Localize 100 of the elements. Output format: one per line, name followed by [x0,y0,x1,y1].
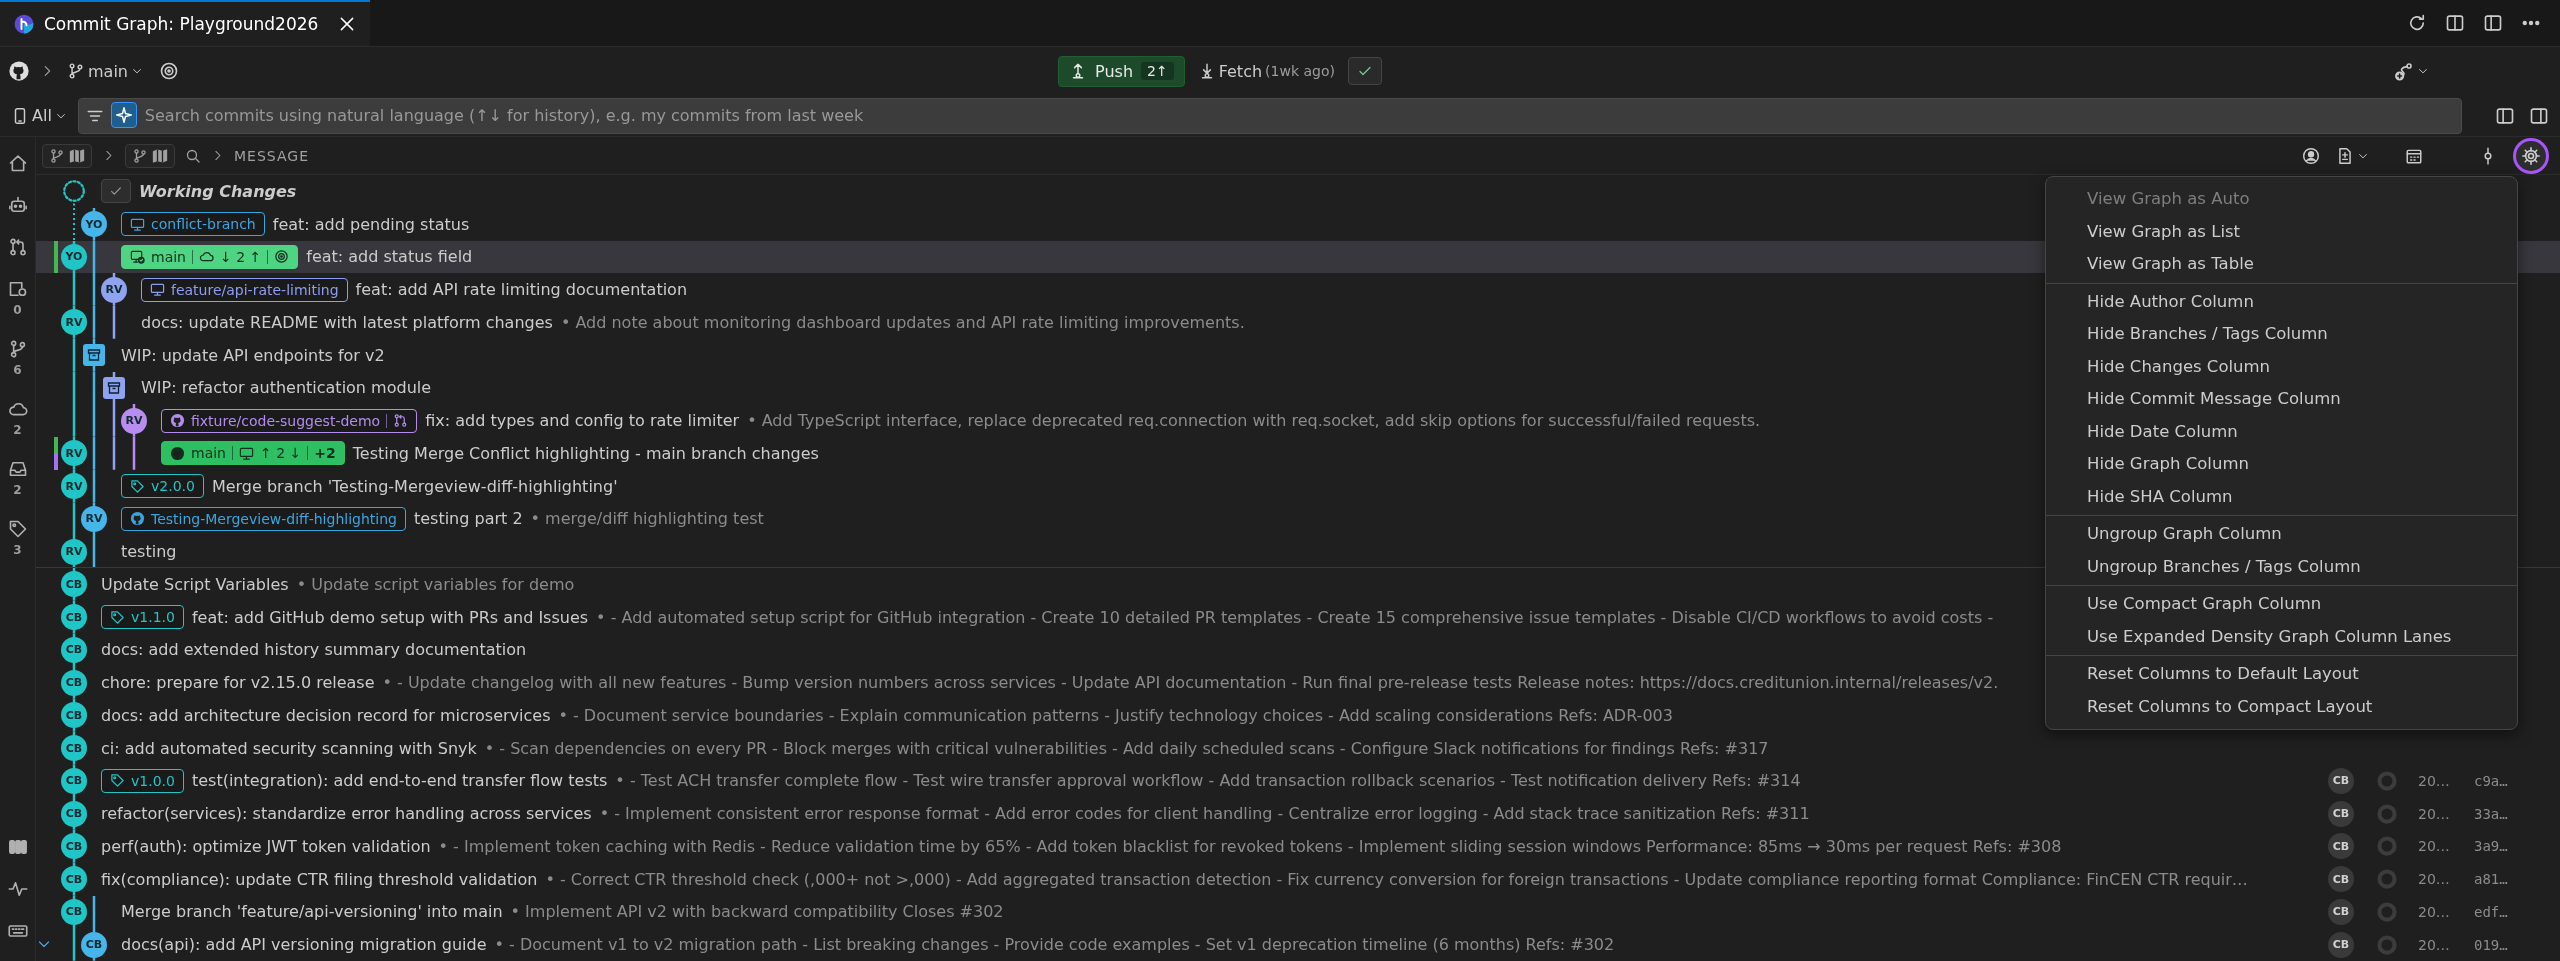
working-changes-label[interactable]: Working Changes [139,181,297,201]
graph-toggle[interactable] [42,143,92,168]
pull-request-icon [393,413,409,429]
author-avatar: CB [2328,898,2354,925]
menu-item[interactable]: Hide Branches / Tags Column [2046,318,2517,351]
commit-summary: perf(auth): optimize JWT token validation [101,836,431,856]
commit-sha: 3a9… [2474,838,2508,855]
split-panel-icon [2495,105,2515,126]
commit-description: • - Implement consistent error response format - Add error codes for client handling - Centralize error logging - Add stack trace sanitization Refs: #311 [599,804,1810,824]
tag-icon [7,519,28,539]
branch-label[interactable]: Testing-Mergeview-diff-highlighting [121,506,406,531]
commit-summary: WIP: refactor authentication module [141,378,432,398]
tag-icon [110,609,125,625]
search-field[interactable]: Search commits using natural language (↑↓ for history), e.g. my commits from last week [77,97,2462,134]
route-add-icon [2394,61,2414,81]
menu-item[interactable]: Hide Commit Message Column [2046,383,2517,416]
commit-summary: feat: add status field [306,247,473,267]
branch-label[interactable]: feature/api-rate-limiting [141,277,348,302]
search-icon[interactable] [185,147,201,164]
columns-nav-button[interactable] [7,837,28,857]
commit-summary: chore: prepare for v2.15.0 release [101,673,375,693]
commit-description: • - Implement token caching with Redis - Reduce validation time by 65% - Add token blacklist for revoked tokens - Implement sliding session windows Performance: 85ms → 30ms per request Refs: #308 [438,836,2062,856]
commit-summary: refactor(services): standardize error handling across services [101,804,592,824]
commit-sha: 33a… [2474,805,2508,822]
menu-item[interactable]: Reset Columns to Compact Layout [2046,690,2517,723]
commit-check-button[interactable] [101,179,131,204]
commit-summary: test(integration): add end-to-end transfer flow tests [191,771,608,791]
target-icon [274,249,290,265]
menu-item[interactable]: Hide Changes Column [2046,350,2517,383]
menu-item[interactable]: Use Compact Graph Column [2046,588,2517,621]
menu-item[interactable]: View Graph as List [2046,215,2517,248]
tag-label[interactable]: v2.0.0 [121,474,204,499]
split-panel-icon [2529,105,2549,126]
commit-summary: Merge branch 'feature/api-versioning' into main [121,902,503,922]
menu-item[interactable]: Hide SHA Column [2046,480,2517,513]
worktree-icon [7,279,28,299]
commit-summary: testing [121,542,177,562]
menu-item[interactable]: Hide Date Column [2046,415,2517,448]
editor-tab[interactable]: Commit Graph: Playground2026 [0,0,370,46]
menu-item[interactable]: Hide Graph Column [2046,448,2517,481]
menu-item[interactable]: Hide Author Column [2046,285,2517,318]
item-count: 3 [13,543,22,557]
scope-dropdown[interactable]: All [8,103,70,128]
push-button[interactable]: Push 2↑ [1058,55,1185,87]
author-avatar: CB [2328,866,2354,893]
tag-label[interactable]: v1.0.0 [101,768,184,793]
commit-summary: ci: add automated security scanning with Snyk [101,738,477,758]
commit-date: 20… [2418,772,2451,789]
ai-search-toggle[interactable] [111,102,136,127]
menu-item[interactable]: Use Expanded Density Graph Column Lanes [2046,620,2517,653]
refresh-icon [2407,13,2427,33]
item-count: 0 [13,303,22,317]
dotted-circle-icon [62,179,86,204]
commit-description: • - Scan dependencies on every PR - Block merges with critical vulnerabilities - Add daily scheduled scans - Configure Slack notifications for findings Refs: #317 [484,738,1769,758]
commit-sha: edf… [2474,903,2508,920]
target-icon [159,61,179,81]
home-nav-button[interactable] [7,153,28,173]
worktree-nav-button[interactable]: 0 [7,279,28,317]
tag-label[interactable]: v1.1.0 [101,605,184,630]
monitor-check-icon [130,249,145,265]
branch-label[interactable]: conflict-branch [121,212,265,237]
commit-description: • - Correct CTR threshold check (,000+ not >,000) - Add aggregated transaction detection - Fix currency conversion for foreign transactions - Update compliance reporting format Compliance: FinCEN CTR requir… [545,869,2248,889]
commit-summary: fix: add types and config to rate limiter [425,411,740,431]
branch-label[interactable]: main ↑ 2 ↓ +2 [161,441,345,466]
menu-item[interactable]: View Graph as Table [2046,248,2517,281]
tag-nav-button[interactable]: 3 [7,519,28,557]
pulse-nav-button[interactable] [7,879,28,899]
pull-request-nav-button[interactable] [7,237,28,257]
author-avatar: CB [2328,767,2354,794]
commit-sha: c9a… [2474,772,2508,789]
commit-sha: a81… [2474,871,2508,888]
commit-summary: feat: add API rate limiting documentation [355,280,688,300]
branch-label[interactable]: main ↓ 2 ↑ [121,244,299,269]
commit-description: • - Test ACH transfer complete flow - Test wire transfer approval workflow - Add transaction rollback scenarios - Test notification delivery Refs: #314 [615,771,1801,791]
monitor-icon [150,282,165,298]
branch-label[interactable]: fixture/code-suggest-demo [161,408,418,433]
branch-icon [132,147,148,164]
settings-button[interactable] [2516,140,2546,171]
column-header[interactable]: MESSAGE [234,147,309,164]
changes-ring-icon [2376,802,2398,825]
stash-icon [83,344,105,367]
split-panel-icon [2445,13,2465,33]
branch-map-toggle[interactable] [125,143,175,168]
menu-item[interactable]: Ungroup Branches / Tags Column [2046,550,2517,583]
app-logo-icon [14,14,34,34]
cloud-nav-button[interactable]: 2 [7,399,28,437]
commit-summary: docs: add extended history summary documentation [101,640,527,660]
inbox-nav-button[interactable]: 2 [7,459,28,497]
menu-item[interactable]: Reset Columns to Default Layout [2046,658,2517,691]
branch-dropdown[interactable]: main [64,58,146,84]
commit-summary: feat: add GitHub demo setup with PRs and Issues [191,607,589,627]
robot-nav-button[interactable] [7,195,28,215]
check-button[interactable] [1347,57,1382,85]
github-icon[interactable] [8,60,30,82]
commit-summary: feat: add pending status [272,214,470,234]
fetch-button[interactable]: Fetch (1wk ago) [1194,58,1338,84]
menu-item[interactable]: Ungroup Graph Column [2046,518,2517,551]
tag-icon [110,773,125,789]
commit-description: • - Update changelog with all new features - Bump version numbers across services - Update API documentation - Run final pre-release tests Release notes: https://docs.creditunion.internal/releases/v2. [382,673,1999,693]
branch-nav-button[interactable]: 6 [7,339,28,377]
